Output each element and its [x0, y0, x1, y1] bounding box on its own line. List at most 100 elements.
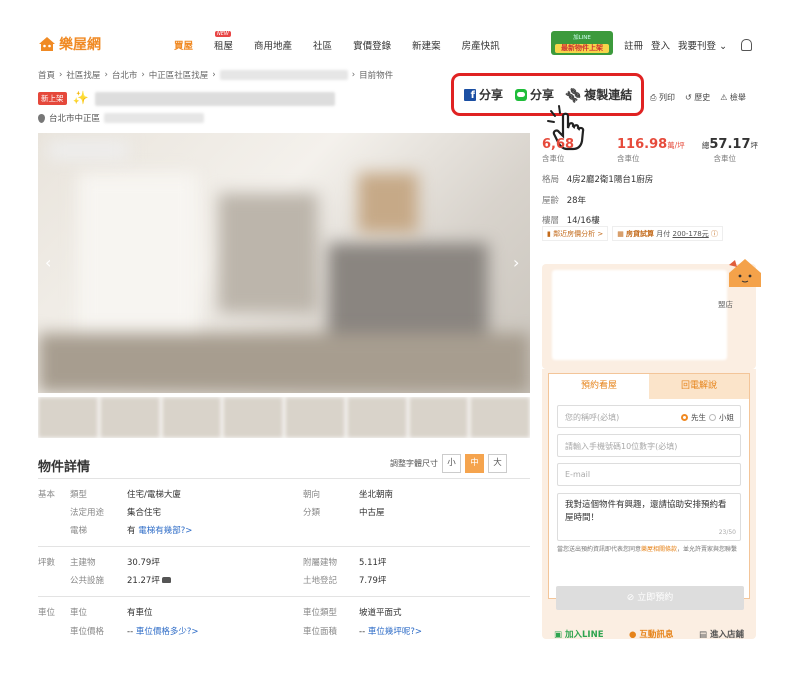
radio-mr[interactable]	[681, 414, 688, 421]
crumb-district[interactable]: 中正區社區找屋	[149, 69, 209, 81]
divider	[38, 596, 530, 597]
listing-tools: ⎙ 列印 ↺ 歷史 ⚠ 檢舉	[650, 92, 746, 103]
menu-community[interactable]: 社區	[313, 38, 332, 52]
new-listing-badge: 新上架	[38, 92, 67, 105]
thumbnail[interactable]	[223, 397, 283, 438]
message-field[interactable]: 我對這個物件有興趣，還請協助安排預約看屋時間！ 23/50	[557, 493, 741, 541]
menu-buy[interactable]: 買屋	[174, 38, 193, 52]
add-line-button[interactable]: ▣ 加入LINE	[554, 628, 604, 640]
report-button[interactable]: ⚠ 檢舉	[720, 92, 746, 103]
basic-keys-right: 朝向 分類	[303, 490, 321, 518]
terms-link[interactable]: 樂屋相關條款	[641, 546, 677, 553]
listing-main-photo[interactable]	[38, 133, 530, 393]
address-blurred	[104, 113, 205, 123]
unit-price-label: 含車位	[617, 154, 640, 163]
tab-callback[interactable]: 回電解說	[649, 374, 749, 399]
total-area: 總57.17坪	[701, 137, 758, 152]
area-keys: 主建物 公共設施	[70, 558, 105, 586]
phone-field[interactable]: 請輸入手機號碼10位數字(必填)	[557, 434, 741, 457]
total-price-label: 含車位	[542, 154, 565, 163]
thumbnail[interactable]	[38, 397, 98, 438]
site-logo[interactable]: 樂屋網	[38, 34, 101, 54]
post-menu[interactable]: 我要刊登 ⌄	[678, 38, 727, 52]
loan-calculator-button[interactable]: ▦ 房貸試算 月付 200-178元 ⓘ	[612, 226, 723, 241]
facebook-share-button[interactable]: f 分享	[464, 86, 503, 103]
parking-price-link[interactable]: 車位價格多少?>	[136, 627, 199, 637]
email-field[interactable]: E-mail	[557, 463, 741, 486]
history-button[interactable]: ↺ 歷史	[685, 92, 710, 103]
photo-thumbnails	[38, 397, 530, 438]
basic-keys: 類型 法定用途 電梯	[70, 490, 105, 536]
thumbnail[interactable]	[161, 397, 222, 438]
menu-rent[interactable]: NEW 租屋	[214, 31, 233, 52]
char-counter: 23/50	[718, 529, 736, 536]
login-link[interactable]: 登入	[651, 38, 670, 52]
facebook-icon: f	[464, 88, 476, 101]
total-area-label: 含車位	[713, 154, 737, 163]
top-nav: 樂屋網 買屋 NEW 租屋 商用地產 社區 實價登錄 新建案 房產快訊 加LINE…	[0, 24, 800, 60]
thumbnail[interactable]	[470, 397, 530, 438]
font-size-control: 調整字體尺寸 小 中 大	[390, 454, 507, 473]
chat-button[interactable]: ● 互動訊息	[629, 628, 673, 640]
parking-area-link[interactable]: 車位幾坪呢?>	[368, 627, 422, 637]
thumbnail[interactable]	[346, 397, 407, 438]
thumbnail[interactable]	[285, 397, 345, 438]
name-field[interactable]: 您的稱呼(必填) 先生 小姐	[557, 405, 741, 428]
chart-icon: ▮	[547, 229, 551, 238]
logo-text: 樂屋網	[59, 37, 101, 53]
photo-prev-arrow[interactable]: ‹	[45, 253, 51, 272]
print-button[interactable]: ⎙ 列印	[650, 92, 675, 103]
price-analysis-button[interactable]: ▮ 鄰近房價分析 >	[542, 226, 609, 241]
parking-values: 有車位 -- 車位價格多少?>	[127, 608, 199, 637]
divider	[38, 478, 530, 479]
menu-new-projects[interactable]: 新建案	[412, 38, 441, 52]
divider	[38, 546, 530, 547]
link-icon: ⛓	[563, 84, 584, 105]
crumb-current: 目前物件	[359, 71, 394, 81]
section-label-basic: 基本	[38, 490, 56, 500]
copy-link-button[interactable]: ⛓ 複製連結	[563, 84, 632, 105]
font-size-medium[interactable]: 中	[465, 454, 484, 473]
crumb-community[interactable]: 社區找屋	[66, 69, 100, 81]
parking-section: 車位	[38, 608, 56, 618]
register-link[interactable]: 註冊	[624, 38, 643, 52]
menu-actual-price[interactable]: 實價登錄	[353, 38, 391, 52]
elevator-link[interactable]: 電梯有幾部?>	[138, 526, 192, 536]
font-size-large[interactable]: 大	[488, 454, 507, 473]
radio-ms[interactable]	[709, 414, 716, 421]
address-text: 台北市中正區	[49, 114, 101, 124]
info-icon: ⓘ	[711, 229, 718, 238]
menu-commercial[interactable]: 商用地產	[254, 38, 292, 52]
basic-section: 基本	[38, 486, 55, 504]
crumb-city[interactable]: 台北市	[112, 69, 138, 81]
parking-keys: 車位 車位價格	[70, 608, 105, 637]
agent-info-blurred	[552, 270, 727, 360]
listing-specs: 格局 4房2廳2衛1陽台1廚房 屋齡 28年 樓層 14/16樓	[542, 170, 653, 232]
agent-card: 盟店	[542, 264, 756, 369]
line-banner-bottom: 最新物件上架	[555, 44, 609, 53]
chevron-down-icon: ⌄	[719, 41, 728, 52]
line-share-button[interactable]: 分享	[515, 86, 554, 103]
spec-age: 屋齡 28年	[542, 195, 587, 206]
enter-shop-button[interactable]: ▤ 進入店鋪	[699, 628, 744, 640]
thumbnail[interactable]	[408, 397, 469, 438]
line-banner[interactable]: 加LINE 最新物件上架	[551, 31, 613, 55]
submit-appointment-button[interactable]: ⊘ 立即預約	[556, 586, 744, 610]
appointment-panel: 預約看屋 回電解說 您的稱呼(必填) 先生 小姐 請輸入手機號碼10位數字(必填…	[542, 369, 756, 639]
house-logo-icon	[39, 37, 55, 51]
crumb-home[interactable]: 首頁	[38, 69, 55, 81]
line-icon	[515, 88, 528, 101]
thumbnail[interactable]	[99, 397, 160, 438]
font-size-small[interactable]: 小	[442, 454, 461, 473]
car-icon	[161, 577, 171, 583]
bell-icon[interactable]	[741, 39, 753, 51]
tab-appointment[interactable]: 預約看屋	[549, 374, 649, 399]
calculator-icon: ▦	[617, 229, 624, 238]
photo-next-arrow[interactable]: ›	[513, 253, 519, 272]
listing-title-blurred	[94, 91, 335, 106]
price-summary: 6,68 含車位 116.98萬/坪 含車位 總57.17坪 含車位	[542, 137, 758, 167]
mascot-icon[interactable]	[725, 255, 765, 291]
gender-radio: 先生 小姐	[681, 412, 734, 423]
listing-title-row: 新上架 ✨	[38, 91, 335, 106]
menu-news[interactable]: 房產快訊	[462, 38, 500, 52]
